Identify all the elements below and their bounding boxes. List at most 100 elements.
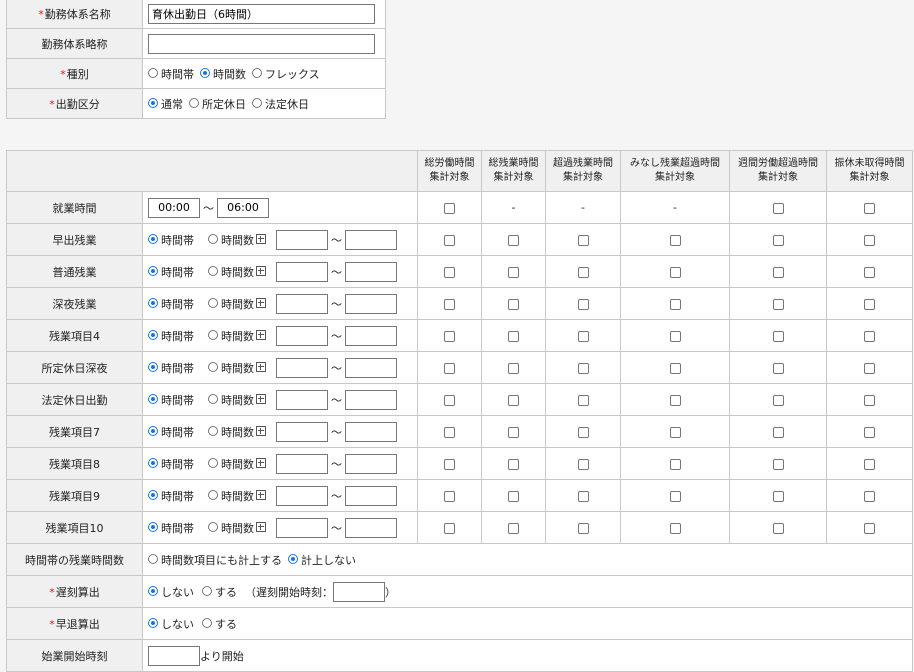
- mode-timeband-radio[interactable]: [148, 393, 158, 404]
- timeband-overtime-option[interactable]: 計上しない: [288, 552, 356, 568]
- aggregate-checkbox[interactable]: [864, 394, 875, 406]
- aggregate-checkbox[interactable]: [864, 266, 875, 278]
- aggregate-checkbox[interactable]: [772, 458, 784, 470]
- mode-hours-radio[interactable]: [208, 329, 218, 340]
- abbrev-input[interactable]: [148, 33, 375, 54]
- mode-timeband-radio[interactable]: [148, 233, 158, 244]
- aggregate-checkbox[interactable]: [508, 426, 519, 438]
- aggregate-checkbox[interactable]: [772, 426, 784, 438]
- aggregate-checkbox[interactable]: [444, 394, 455, 406]
- overtime-end-input[interactable]: [345, 389, 397, 410]
- mode-timeband-radio[interactable]: [148, 329, 158, 340]
- expand-icon[interactable]: [256, 457, 266, 468]
- aggregate-checkbox[interactable]: [669, 330, 681, 342]
- aggregate-checkbox[interactable]: [444, 522, 455, 534]
- aggregate-checkbox[interactable]: [669, 522, 681, 534]
- overtime-mode-option[interactable]: 時間帯: [148, 424, 194, 440]
- attendance-radio[interactable]: [189, 97, 199, 108]
- aggregate-checkbox[interactable]: [772, 330, 784, 342]
- aggregate-checkbox[interactable]: [772, 298, 784, 310]
- overtime-mode-option[interactable]: 時間数: [208, 424, 254, 440]
- late-option[interactable]: しない: [148, 584, 194, 600]
- overtime-mode-option[interactable]: 時間帯: [148, 392, 194, 408]
- early-option[interactable]: する: [202, 616, 237, 632]
- aggregate-checkbox[interactable]: [669, 426, 681, 438]
- aggregate-checkbox[interactable]: [577, 330, 589, 342]
- overtime-end-input[interactable]: [345, 357, 397, 378]
- work-end-input[interactable]: [217, 197, 269, 218]
- aggregate-checkbox[interactable]: [577, 394, 589, 406]
- mode-timeband-radio[interactable]: [148, 521, 158, 532]
- aggregate-checkbox[interactable]: [669, 458, 681, 470]
- late-start-input[interactable]: [333, 581, 385, 602]
- aggregate-checkbox[interactable]: [772, 202, 784, 214]
- expand-icon[interactable]: [256, 233, 266, 244]
- overtime-mode-option[interactable]: 時間帯: [148, 232, 194, 248]
- type-option[interactable]: 時間数: [200, 66, 246, 82]
- overtime-start-input[interactable]: [276, 229, 328, 250]
- mode-timeband-radio[interactable]: [148, 361, 158, 372]
- aggregate-checkbox[interactable]: [669, 234, 681, 246]
- aggregate-checkbox[interactable]: [864, 330, 875, 342]
- overtime-start-input[interactable]: [276, 485, 328, 506]
- expand-icon[interactable]: [256, 425, 266, 436]
- aggregate-checkbox[interactable]: [864, 490, 875, 502]
- overtime-mode-option[interactable]: 時間帯: [148, 296, 194, 312]
- aggregate-checkbox[interactable]: [669, 394, 681, 406]
- mode-hours-radio[interactable]: [208, 521, 218, 532]
- aggregate-checkbox[interactable]: [772, 522, 784, 534]
- mode-hours-radio[interactable]: [208, 457, 218, 468]
- aggregate-checkbox[interactable]: [772, 234, 784, 246]
- aggregate-checkbox[interactable]: [577, 490, 589, 502]
- overtime-mode-option[interactable]: 時間数: [208, 488, 254, 504]
- aggregate-checkbox[interactable]: [444, 490, 455, 502]
- overtime-mode-option[interactable]: 時間数: [208, 264, 254, 280]
- mode-timeband-radio[interactable]: [148, 265, 158, 276]
- aggregate-checkbox[interactable]: [577, 362, 589, 374]
- mode-hours-radio[interactable]: [208, 393, 218, 404]
- overtime-mode-option[interactable]: 時間帯: [148, 360, 194, 376]
- aggregate-checkbox[interactable]: [577, 426, 589, 438]
- overtime-mode-option[interactable]: 時間帯: [148, 520, 194, 536]
- early-radio[interactable]: [202, 617, 212, 628]
- aggregate-checkbox[interactable]: [508, 458, 519, 470]
- aggregate-checkbox[interactable]: [577, 298, 589, 310]
- aggregate-checkbox[interactable]: [577, 234, 589, 246]
- aggregate-checkbox[interactable]: [444, 426, 455, 438]
- type-option[interactable]: 時間帯: [148, 66, 194, 82]
- aggregate-checkbox[interactable]: [444, 202, 455, 214]
- overtime-end-input[interactable]: [345, 293, 397, 314]
- aggregate-checkbox[interactable]: [508, 234, 519, 246]
- mode-timeband-radio[interactable]: [148, 489, 158, 500]
- aggregate-checkbox[interactable]: [577, 522, 589, 534]
- overtime-start-input[interactable]: [276, 357, 328, 378]
- mode-hours-radio[interactable]: [208, 265, 218, 276]
- overtime-mode-option[interactable]: 時間数: [208, 328, 254, 344]
- overtime-start-input[interactable]: [276, 293, 328, 314]
- expand-icon[interactable]: [256, 393, 266, 404]
- expand-icon[interactable]: [256, 297, 266, 308]
- mode-timeband-radio[interactable]: [148, 297, 158, 308]
- aggregate-checkbox[interactable]: [669, 298, 681, 310]
- aggregate-checkbox[interactable]: [444, 362, 455, 374]
- aggregate-checkbox[interactable]: [508, 330, 519, 342]
- overtime-end-input[interactable]: [345, 517, 397, 538]
- aggregate-checkbox[interactable]: [864, 234, 875, 246]
- aggregate-checkbox[interactable]: [577, 266, 589, 278]
- timeband-overtime-radio[interactable]: [148, 553, 158, 564]
- start-time-input[interactable]: [148, 645, 200, 666]
- aggregate-checkbox[interactable]: [444, 330, 455, 342]
- overtime-end-input[interactable]: [345, 261, 397, 282]
- overtime-start-input[interactable]: [276, 517, 328, 538]
- expand-icon[interactable]: [256, 521, 266, 532]
- attendance-option[interactable]: 法定休日: [252, 96, 309, 112]
- aggregate-checkbox[interactable]: [772, 490, 784, 502]
- expand-icon[interactable]: [256, 329, 266, 340]
- attendance-radio[interactable]: [252, 97, 262, 108]
- overtime-mode-option[interactable]: 時間数: [208, 456, 254, 472]
- mode-hours-radio[interactable]: [208, 297, 218, 308]
- overtime-mode-option[interactable]: 時間帯: [148, 456, 194, 472]
- overtime-mode-option[interactable]: 時間数: [208, 520, 254, 536]
- type-option[interactable]: フレックス: [252, 66, 320, 82]
- aggregate-checkbox[interactable]: [508, 298, 519, 310]
